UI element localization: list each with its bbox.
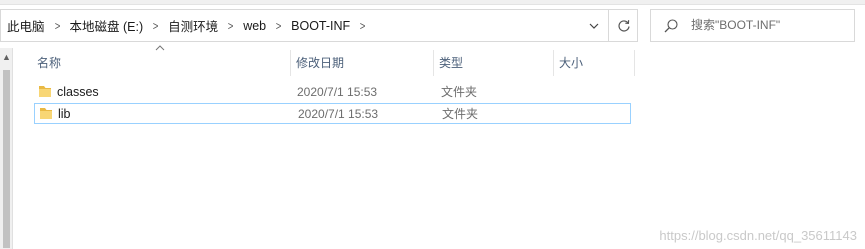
breadcrumb-item-test-env[interactable]: 自测环境 [168, 16, 218, 35]
column-header-size[interactable]: 大小 [554, 50, 634, 76]
watermark: https://blog.csdn.net/qq_35611143 [659, 228, 857, 243]
breadcrumb-separator[interactable]: > [276, 19, 282, 33]
file-row-classes[interactable]: classes 2020/7/1 15:53 文件夹 [34, 82, 631, 103]
refresh-icon [618, 19, 630, 32]
search-placeholder[interactable]: 搜索"BOOT-INF" [691, 10, 780, 41]
refresh-button[interactable] [611, 10, 637, 41]
breadcrumb-separator[interactable]: > [228, 19, 234, 33]
folder-icon [40, 108, 52, 119]
address-bar[interactable]: 此电脑 > 本地磁盘 (E:) > 自测环境 > web > BOOT-INF … [0, 9, 638, 42]
scroll-up-arrow-icon[interactable]: ▲ [2, 52, 11, 62]
file-name: lib [58, 107, 71, 121]
window-top-edge [0, 0, 865, 5]
folder-icon [39, 86, 51, 97]
breadcrumb-item-drive-e[interactable]: 本地磁盘 (E:) [70, 16, 144, 35]
search-box[interactable]: 搜索"BOOT-INF" [650, 9, 855, 42]
scrollbar-thumb[interactable] [3, 70, 10, 248]
column-header: 名称 修改日期 类型 大小 [32, 50, 636, 76]
breadcrumb-item-boot-inf[interactable]: BOOT-INF [291, 19, 350, 33]
chevron-down-icon [589, 23, 599, 29]
file-row-lib[interactable]: lib 2020/7/1 15:53 文件夹 [34, 103, 631, 124]
file-type: 文件夹 [441, 85, 478, 99]
column-header-modified[interactable]: 修改日期 [291, 50, 433, 76]
column-header-type[interactable]: 类型 [434, 50, 553, 76]
address-divider [608, 10, 609, 41]
column-divider[interactable] [634, 50, 635, 76]
breadcrumb-separator[interactable]: > [360, 19, 366, 33]
file-modified-date: 2020/7/1 15:53 [297, 85, 378, 99]
file-type: 文件夹 [442, 107, 479, 121]
address-history-dropdown[interactable] [584, 10, 604, 41]
breadcrumb-item-web[interactable]: web [243, 19, 266, 33]
file-name: classes [57, 85, 99, 99]
file-modified-date: 2020/7/1 15:53 [298, 107, 379, 121]
column-header-name[interactable]: 名称 [32, 50, 290, 76]
navigation-pane-scrollbar[interactable]: ▲ [0, 48, 13, 249]
breadcrumb-item-this-pc[interactable]: 此电脑 [7, 16, 45, 35]
breadcrumb: 此电脑 > 本地磁盘 (E:) > 自测环境 > web > BOOT-INF … [7, 10, 375, 41]
search-icon [664, 19, 678, 33]
breadcrumb-separator[interactable]: > [153, 19, 159, 33]
breadcrumb-separator[interactable]: > [54, 19, 60, 33]
